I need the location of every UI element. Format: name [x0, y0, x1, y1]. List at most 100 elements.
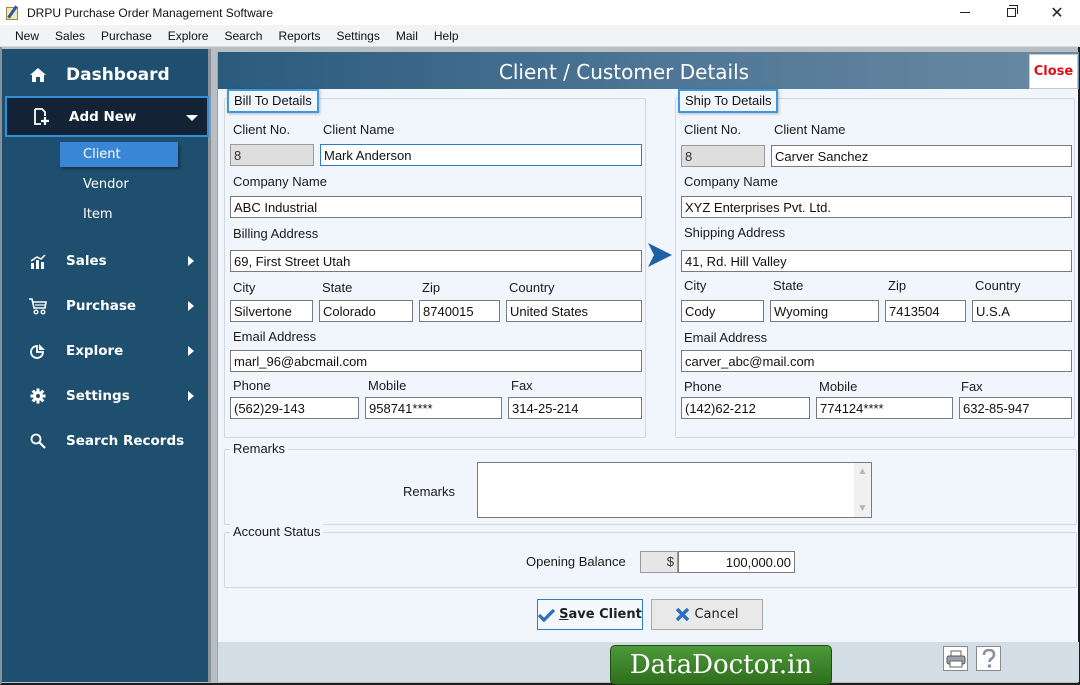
menu-mail[interactable]: Mail — [388, 29, 426, 43]
ship-mobile-field[interactable] — [816, 397, 953, 419]
remarks-label: Remarks — [403, 484, 456, 499]
minimize-button[interactable] — [942, 0, 988, 25]
cancel-button[interactable]: Cancel — [651, 599, 763, 630]
currency-symbol: $ — [640, 551, 678, 573]
ship-state-field[interactable] — [770, 300, 879, 322]
account-status-legend: Account Status — [230, 524, 324, 539]
menu-search[interactable]: Search — [216, 29, 270, 43]
remarks-textarea[interactable] — [478, 463, 854, 517]
bill-zip-field[interactable] — [419, 300, 500, 322]
bill-mobile-field[interactable] — [365, 397, 502, 419]
city-label: City — [684, 278, 707, 293]
ship-company-name-field[interactable] — [681, 196, 1072, 218]
client-name-label: Client Name — [323, 122, 395, 137]
menu-reports[interactable]: Reports — [270, 29, 328, 43]
sidebar-item-search-records[interactable]: Search Records — [2, 426, 208, 456]
chevron-right-icon — [188, 301, 194, 311]
subitem-label: Item — [83, 207, 113, 222]
opening-balance-field[interactable] — [678, 551, 795, 573]
sidebar-subitem-item[interactable]: Item — [60, 202, 178, 227]
ship-city-field[interactable] — [681, 300, 764, 322]
window-controls: ✕ — [942, 0, 1080, 25]
fax-label: Fax — [511, 378, 533, 393]
client-details-panel: Client / Customer Details Close Bill To … — [217, 52, 1079, 685]
printer-icon[interactable] — [943, 646, 968, 671]
bill-client-no-field[interactable] — [230, 144, 314, 166]
pie-chart-icon — [28, 343, 48, 360]
brand-logo: DataDoctor.in — [610, 645, 832, 685]
bill-fax-field[interactable] — [508, 397, 642, 419]
gear-icon — [28, 388, 48, 404]
scroll-down-icon[interactable]: ▼ — [854, 500, 871, 517]
help-icon[interactable] — [976, 646, 1001, 671]
close-icon: ✕ — [1050, 4, 1064, 22]
bill-company-name-field[interactable] — [230, 196, 642, 218]
sidebar-item-explore[interactable]: Explore — [2, 336, 208, 366]
bill-state-field[interactable] — [319, 300, 413, 322]
chevron-right-icon — [188, 256, 194, 266]
state-label: State — [322, 280, 353, 295]
email-label: Email Address — [684, 330, 768, 345]
bill-city-field[interactable] — [230, 300, 313, 322]
ship-to-legend: Ship To Details — [678, 89, 779, 113]
ship-email-field[interactable] — [681, 350, 1072, 372]
sidebar-item-label: Purchase — [66, 298, 137, 314]
ship-phone-field[interactable] — [681, 397, 810, 419]
ship-client-no-field[interactable] — [681, 145, 765, 167]
bill-phone-field[interactable] — [230, 397, 359, 419]
billing-address-field[interactable] — [230, 250, 642, 272]
menu-sales[interactable]: Sales — [47, 29, 93, 43]
shipping-address-label: Shipping Address — [684, 225, 786, 240]
cancel-label: Cancel — [694, 607, 739, 622]
bill-client-name-field[interactable] — [320, 144, 642, 166]
app-icon — [5, 4, 21, 21]
chevron-right-icon — [188, 391, 194, 401]
subitem-label: Client — [83, 147, 121, 162]
city-label: City — [233, 280, 256, 295]
mobile-label: Mobile — [819, 379, 858, 394]
ship-country-field[interactable] — [972, 300, 1072, 322]
add-document-icon — [31, 107, 51, 126]
sidebar-item-settings[interactable]: Settings — [2, 381, 208, 411]
sidebar-item-sales[interactable]: Sales — [2, 246, 208, 276]
opening-balance-label: Opening Balance — [526, 554, 626, 569]
menu-explore[interactable]: Explore — [160, 29, 217, 43]
menu-bar: New Sales Purchase Explore Search Report… — [0, 25, 1080, 47]
restore-icon — [1006, 5, 1018, 17]
sidebar-item-add-new[interactable]: Add New — [5, 96, 209, 137]
search-icon — [28, 433, 48, 449]
menu-purchase[interactable]: Purchase — [93, 29, 160, 43]
remarks-scrollbar[interactable]: ▲ ▼ — [854, 463, 871, 517]
scroll-up-icon[interactable]: ▲ — [854, 463, 871, 480]
client-no-label: Client No. — [233, 122, 291, 137]
zip-label: Zip — [422, 280, 441, 295]
email-label: Email Address — [233, 329, 317, 344]
sidebar-item-dashboard[interactable]: Dashboard — [2, 60, 208, 90]
window-close-button[interactable]: ✕ — [1034, 0, 1080, 25]
ship-fax-field[interactable] — [959, 397, 1072, 419]
sidebar-item-label: Dashboard — [66, 65, 170, 85]
home-icon — [28, 67, 48, 83]
close-button[interactable]: Close — [1029, 54, 1078, 89]
sidebar-subitem-vendor[interactable]: Vendor — [60, 172, 178, 197]
cart-icon — [28, 297, 48, 315]
menu-new[interactable]: New — [0, 29, 47, 43]
bill-email-field[interactable] — [230, 350, 642, 372]
menu-settings[interactable]: Settings — [329, 29, 388, 43]
save-client-button[interactable]: Save Client — [537, 599, 643, 630]
shipping-address-field[interactable] — [681, 250, 1072, 272]
chevron-down-icon — [186, 115, 198, 121]
fax-label: Fax — [961, 379, 983, 394]
x-icon — [675, 607, 690, 622]
subitem-label: Vendor — [83, 177, 129, 192]
restore-button[interactable] — [988, 0, 1034, 25]
checkmark-icon — [538, 608, 556, 622]
ship-zip-field[interactable] — [885, 300, 966, 322]
sidebar-item-purchase[interactable]: Purchase — [2, 291, 208, 321]
ship-client-name-field[interactable] — [771, 145, 1072, 167]
company-name-label: Company Name — [684, 174, 778, 189]
sidebar-subitem-client[interactable]: Client — [60, 142, 178, 167]
bill-country-field[interactable] — [506, 300, 642, 322]
state-label: State — [773, 278, 804, 293]
menu-help[interactable]: Help — [426, 29, 467, 43]
